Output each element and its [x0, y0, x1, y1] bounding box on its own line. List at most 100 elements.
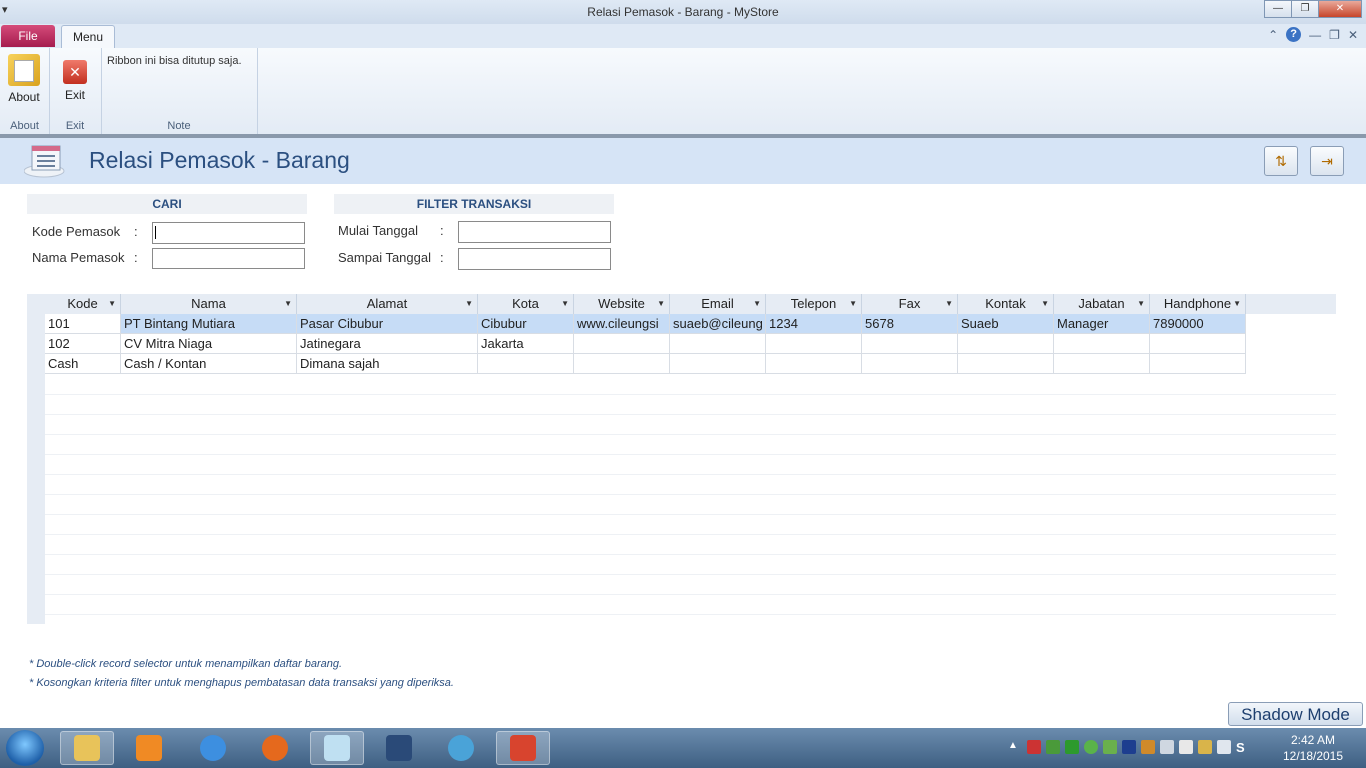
- nama-pemasok-input[interactable]: [152, 248, 305, 269]
- restore-icon[interactable]: ❐: [1291, 0, 1319, 18]
- tray-expand-icon[interactable]: ▲: [1008, 740, 1022, 754]
- help-icon[interactable]: ?: [1286, 27, 1302, 42]
- dropdown-arrow-icon[interactable]: ▼: [657, 294, 665, 313]
- taskbar-vm[interactable]: [372, 731, 426, 765]
- cell-alamat[interactable]: Pasar Cibubur: [297, 314, 478, 334]
- cell-fax[interactable]: [862, 354, 958, 374]
- cell-kode[interactable]: 102: [45, 334, 121, 354]
- dropdown-arrow-icon[interactable]: ▼: [561, 294, 569, 313]
- column-header-kontak[interactable]: Kontak ▼: [958, 294, 1054, 314]
- cell-telepon[interactable]: [766, 334, 862, 354]
- cell-kota[interactable]: Jakarta: [478, 334, 574, 354]
- datasheet[interactable]: Kode ▼ Nama ▼ Alamat ▼ Kota ▼ Website ▼ Email…: [27, 294, 1336, 624]
- dropdown-arrow-icon[interactable]: ▼: [108, 294, 116, 313]
- dropdown-arrow-icon[interactable]: ▼: [284, 294, 292, 313]
- taskbar-media-player[interactable]: [122, 731, 176, 765]
- start-button[interactable]: [6, 730, 44, 766]
- sampai-tanggal-input[interactable]: [458, 248, 611, 270]
- tray-app-icon[interactable]: [1046, 740, 1060, 754]
- record-selector-column[interactable]: [27, 294, 45, 624]
- taskbar-access[interactable]: [496, 731, 550, 765]
- collapse-ribbon-icon[interactable]: ⌃: [1268, 28, 1278, 42]
- cell-handphone[interactable]: [1150, 334, 1246, 354]
- cell-kode[interactable]: 101: [45, 314, 121, 334]
- cell-kontak[interactable]: [958, 354, 1054, 374]
- cell-nama[interactable]: Cash / Kontan: [121, 354, 297, 374]
- dropdown-arrow-icon[interactable]: ▼: [849, 294, 857, 313]
- column-header-website[interactable]: Website ▼: [574, 294, 670, 314]
- cell-kode[interactable]: Cash: [45, 354, 121, 374]
- cell-fax[interactable]: 5678: [862, 314, 958, 334]
- dropdown-arrow-icon[interactable]: ▼: [945, 294, 953, 313]
- tray-update-icon[interactable]: [1141, 740, 1155, 754]
- refresh-button[interactable]: ⇅: [1264, 146, 1298, 176]
- cell-alamat[interactable]: Dimana sajah: [297, 354, 478, 374]
- cell-fax[interactable]: [862, 334, 958, 354]
- column-header-handphone[interactable]: Handphone ▼: [1150, 294, 1246, 314]
- column-header-alamat[interactable]: Alamat ▼: [297, 294, 478, 314]
- mulai-tanggal-input[interactable]: [458, 221, 611, 243]
- column-header-nama[interactable]: Nama ▼: [121, 294, 297, 314]
- column-header-fax[interactable]: Fax ▼: [862, 294, 958, 314]
- cell-nama[interactable]: CV Mitra Niaga: [121, 334, 297, 354]
- tray-display-icon[interactable]: [1160, 740, 1174, 754]
- about-button[interactable]: About: [2, 52, 46, 104]
- cell-jabatan[interactable]: Manager: [1054, 314, 1150, 334]
- shadow-mode-button[interactable]: Shadow Mode: [1228, 702, 1363, 726]
- cell-handphone[interactable]: [1150, 354, 1246, 374]
- exit-button[interactable]: ✕ Exit: [53, 52, 97, 102]
- doc-minimize-icon[interactable]: —: [1309, 28, 1321, 42]
- doc-restore-icon[interactable]: ❐: [1329, 28, 1340, 42]
- dropdown-arrow-icon[interactable]: ▼: [1233, 294, 1241, 313]
- taskbar-firefox[interactable]: [248, 731, 302, 765]
- column-header-kode[interactable]: Kode ▼: [45, 294, 121, 314]
- kode-pemasok-input[interactable]: [152, 222, 305, 244]
- form-header: Relasi Pemasok - Barang ⇅ ⇥: [0, 138, 1366, 184]
- tab-menu[interactable]: Menu: [61, 25, 115, 49]
- minimize-icon[interactable]: —: [1264, 0, 1292, 18]
- cell-jabatan[interactable]: [1054, 334, 1150, 354]
- column-header-email[interactable]: Email ▼: [670, 294, 766, 314]
- cell-alamat[interactable]: Jatinegara: [297, 334, 478, 354]
- cell-website[interactable]: [574, 334, 670, 354]
- taskbar-ie[interactable]: [186, 731, 240, 765]
- dropdown-arrow-icon[interactable]: ▼: [1041, 294, 1049, 313]
- volume-icon[interactable]: [1217, 740, 1231, 754]
- taskbar-notepad[interactable]: [310, 731, 364, 765]
- tab-file[interactable]: File: [1, 25, 55, 47]
- column-header-kota[interactable]: Kota ▼: [478, 294, 574, 314]
- dropdown-arrow-icon[interactable]: ▼: [465, 294, 473, 313]
- tray-flag-icon[interactable]: [1027, 740, 1041, 754]
- cell-website[interactable]: www.cileungsi: [574, 314, 670, 334]
- cell-website[interactable]: [574, 354, 670, 374]
- taskbar-explorer[interactable]: [60, 731, 114, 765]
- cell-email[interactable]: [670, 334, 766, 354]
- cell-telepon[interactable]: 1234: [766, 314, 862, 334]
- tray-shield-icon[interactable]: [1084, 740, 1098, 754]
- close-form-button[interactable]: ⇥: [1310, 146, 1344, 176]
- cell-email[interactable]: [670, 354, 766, 374]
- cell-nama[interactable]: PT Bintang Mutiara: [121, 314, 297, 334]
- taskbar-globe[interactable]: [434, 731, 488, 765]
- column-header-telepon[interactable]: Telepon ▼: [766, 294, 862, 314]
- dropdown-arrow-icon[interactable]: ▼: [753, 294, 761, 313]
- doc-close-icon[interactable]: ✕: [1348, 28, 1358, 42]
- dropdown-arrow-icon[interactable]: ▼: [1137, 294, 1145, 313]
- bluetooth-icon[interactable]: [1122, 740, 1136, 754]
- tray-check-icon[interactable]: [1065, 740, 1079, 754]
- cell-kota[interactable]: Cibubur: [478, 314, 574, 334]
- taskbar-clock[interactable]: 2:42 AM 12/18/2015: [1282, 732, 1344, 764]
- close-icon[interactable]: ✕: [1318, 0, 1362, 18]
- cell-handphone[interactable]: 7890000: [1150, 314, 1246, 334]
- tray-device-icon[interactable]: [1179, 740, 1193, 754]
- cell-jabatan[interactable]: [1054, 354, 1150, 374]
- cell-kontak[interactable]: Suaeb: [958, 314, 1054, 334]
- column-header-jabatan[interactable]: Jabatan ▼: [1054, 294, 1150, 314]
- tray-s-icon[interactable]: S: [1236, 740, 1250, 755]
- cell-telepon[interactable]: [766, 354, 862, 374]
- tray-sync-icon[interactable]: [1103, 740, 1117, 754]
- network-icon[interactable]: [1198, 740, 1212, 754]
- cell-kontak[interactable]: [958, 334, 1054, 354]
- cell-email[interactable]: suaeb@cileung: [670, 314, 766, 334]
- cell-kota[interactable]: [478, 354, 574, 374]
